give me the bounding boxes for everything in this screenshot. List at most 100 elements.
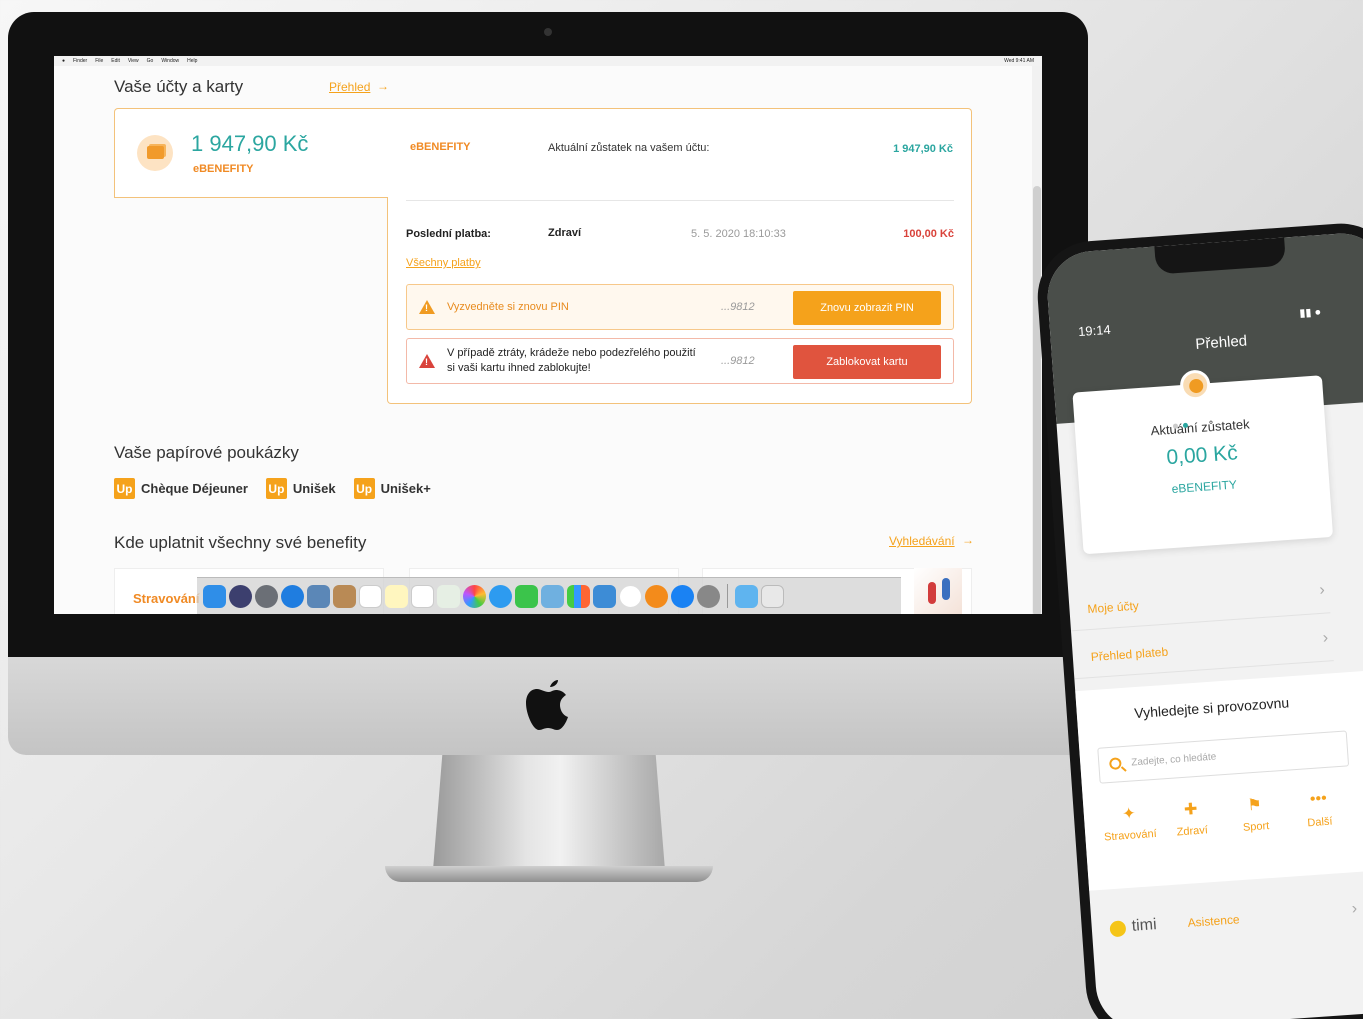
all-payments-link[interactable]: Všechny platby (406, 257, 481, 269)
benefits-title: Kde uplatnit všechny své benefity (114, 533, 367, 552)
card-divider (114, 197, 388, 198)
itunes-icon[interactable] (619, 584, 642, 608)
dock-separator (727, 584, 728, 608)
more-icon: ••• (1309, 789, 1328, 809)
contacts-icon[interactable] (333, 584, 356, 608)
safari-icon[interactable] (281, 584, 304, 608)
account-card: 1 947,90 Kč eBENEFITY eBENEFITY Aktuální… (114, 108, 972, 404)
last-payment-date: 5. 5. 2020 18:10:33 (691, 228, 786, 240)
balance-label: Aktuální zůstatek na vašem účtu: (548, 142, 710, 154)
siri-icon[interactable] (229, 584, 252, 608)
photos-icon[interactable] (463, 584, 486, 608)
preview-icon[interactable] (541, 584, 564, 608)
chevron-right-icon: › (1322, 629, 1329, 647)
block-alert-text: V případě ztráty, krádeže nebo podezřelé… (447, 346, 696, 376)
account-type: eBENEFITY (410, 141, 471, 153)
block-alert: ! V případě ztráty, krádeže nebo podezře… (406, 338, 954, 384)
trash-icon[interactable] (761, 584, 784, 608)
menu-clock[interactable]: Wed 9:41 AM (1004, 58, 1034, 64)
voucher-name: Unišek (292, 481, 336, 496)
menu-label: Přehled plateb (1090, 644, 1169, 665)
menu-edit[interactable]: Edit (111, 58, 120, 64)
category-sport[interactable]: ⚑ Sport (1223, 793, 1288, 837)
category-health[interactable]: ✚ Zdraví (1159, 797, 1224, 841)
system-preferences-icon[interactable] (697, 584, 720, 608)
calendar-icon[interactable] (359, 584, 382, 608)
show-pin-button[interactable]: Znovu zobrazit PIN (793, 291, 941, 325)
menu-window[interactable]: Window (161, 58, 179, 64)
category-label: Stravování (1103, 827, 1158, 844)
menu-file[interactable]: File (95, 58, 103, 64)
last-payment-category: Zdraví (548, 227, 582, 239)
reminders-icon[interactable] (411, 584, 434, 608)
facetime-icon[interactable] (515, 584, 538, 608)
books-icon[interactable] (645, 584, 668, 608)
status-icons: ▮▮ ● (1299, 306, 1322, 320)
search-link[interactable]: Vyhledávání (889, 534, 955, 548)
phone-time: 19:14 (1077, 321, 1112, 340)
app-store-icon[interactable] (671, 584, 694, 608)
block-card-button[interactable]: Zablokovat kartu (793, 345, 941, 379)
menu-help[interactable]: Help (187, 58, 197, 64)
menu-finder[interactable]: Finder (73, 58, 87, 64)
voucher-name: Chèque Déjeuner (141, 481, 248, 496)
carousel-dots[interactable] (1172, 422, 1189, 429)
pin-alert: ! Vyzvedněte si znovu PIN ...9812 Znovu … (406, 284, 954, 330)
card-number: ...9812 (721, 355, 755, 367)
search-placeholder: Zadejte, co hledáte (1130, 751, 1217, 769)
keynote-icon[interactable] (593, 584, 616, 608)
account-amount: 1 947,90 Kč (191, 131, 309, 156)
up-logo-icon: Up (265, 478, 287, 499)
wallet-badge (137, 135, 173, 171)
arrow-right-icon: → (962, 533, 974, 547)
timi-assistance-row[interactable]: timi Asistence › (1090, 884, 1363, 963)
launchpad-icon[interactable] (255, 584, 278, 608)
search-input[interactable]: Zadejte, co hledáte (1097, 730, 1350, 784)
imac-stand (433, 755, 665, 870)
up-logo-icon: Up (353, 478, 375, 499)
accounts-title: Vaše účty a karty (114, 77, 244, 96)
golf-icon: ⚑ (1246, 796, 1263, 815)
balance-amount: 0,00 Kč (1165, 441, 1239, 470)
maps-icon[interactable] (437, 584, 460, 608)
phone-screen: 19:14 ▮▮ ● Přehled Aktuální zůstatek 0,0… (1044, 230, 1363, 1019)
numbers-icon[interactable] (567, 584, 590, 608)
card-number: ...9812 (721, 301, 755, 313)
voucher-item[interactable]: Up Chèque Déjeuner (114, 478, 248, 499)
scroll-thumb[interactable] (1033, 186, 1041, 614)
finder-icon[interactable] (203, 584, 226, 608)
carousel-dot[interactable] (1172, 423, 1179, 429)
arrow-right-icon: → (377, 79, 389, 93)
menu-label: Moje účty (1087, 598, 1140, 617)
messages-icon[interactable] (489, 584, 512, 608)
fork-knife-icon: ✦ (1121, 805, 1137, 824)
account-name: eBENEFITY (193, 163, 254, 175)
apple-menu-icon[interactable]: ● (62, 58, 65, 64)
search-title: Vyhledejte si provozovnu (1133, 694, 1290, 722)
notes-icon[interactable] (385, 584, 408, 608)
overview-link[interactable]: Přehled (329, 80, 370, 94)
category-more[interactable]: ••• Další (1287, 788, 1352, 832)
menu-view[interactable]: View (128, 58, 139, 64)
mail-icon[interactable] (307, 584, 330, 608)
assistance-label: Asistence (1187, 912, 1241, 930)
account-summary[interactable]: 1 947,90 Kč eBENEFITY eBENEFITY Aktuální… (114, 108, 972, 198)
voucher-item[interactable]: Up Unišek+ (353, 478, 431, 499)
up-logo-icon: Up (114, 478, 135, 499)
voucher-item[interactable]: Up Unišek (265, 478, 336, 499)
category-dining[interactable]: ✦ Stravování (1097, 802, 1162, 846)
downloads-folder-icon[interactable] (735, 584, 758, 608)
sports-photo (914, 568, 962, 614)
block-alert-line1: V případě ztráty, krádeže nebo podezřelé… (447, 347, 696, 359)
menu-bar: ● Finder File Edit View Go Window Help W… (54, 56, 1042, 66)
plus-icon: ✚ (1183, 800, 1199, 819)
dock (197, 577, 901, 614)
search-section: Vyhledejte si provozovnu Zadejte, co hle… (1075, 667, 1363, 891)
pin-alert-text: Vyzvedněte si znovu PIN (447, 301, 569, 313)
apple-logo-icon (526, 680, 568, 730)
menu-go[interactable]: Go (147, 58, 154, 64)
timi-logo-icon (1109, 920, 1127, 938)
block-alert-line2: si vaši kartu ihned zablokujte! (447, 362, 591, 374)
balance-card[interactable]: Aktuální zůstatek 0,00 Kč eBENEFITY (1072, 369, 1334, 555)
carousel-dot-active[interactable] (1182, 422, 1189, 429)
